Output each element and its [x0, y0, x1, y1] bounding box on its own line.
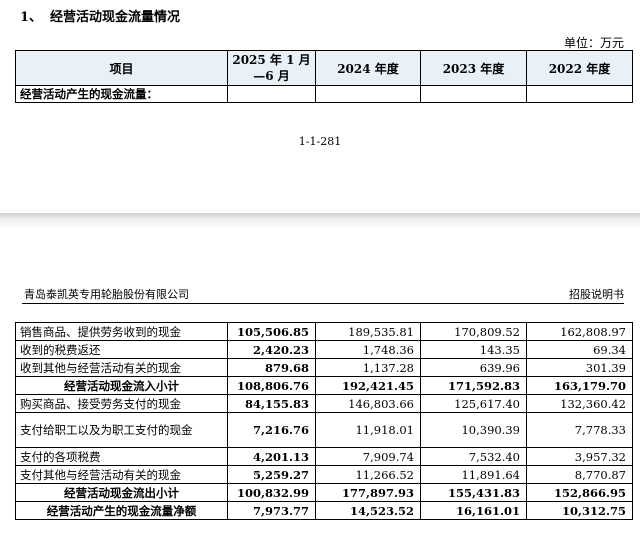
- table-header-row: 项目 2025 年 1 月—6 月 2024 年度 2023 年度 2022 年…: [15, 50, 633, 86]
- value-2024: 192,421.45: [315, 376, 421, 395]
- row-label: 经营活动现金流入小计: [15, 376, 228, 395]
- value-2024: 7,909.74: [315, 447, 421, 466]
- value-2023: 155,431.83: [420, 483, 527, 502]
- net-total-row: 经营活动产生的现金流量净额 7,973.77 14,523.52 16,161.…: [15, 501, 633, 520]
- subtotal-row: 经营活动现金流入小计 108,806.76 192,421.45 171,592…: [15, 376, 633, 395]
- value-2025h1: 108,806.76: [227, 376, 316, 395]
- subtotal-row: 经营活动现金流出小计 100,832.99 177,897.93 155,431…: [15, 483, 633, 502]
- header-item: 项目: [15, 50, 228, 86]
- row-label: 购买商品、接受劳务支付的现金: [15, 394, 228, 413]
- value-2022: 8,770.87: [526, 465, 633, 484]
- value-2025h1: 879.68: [227, 358, 316, 377]
- value-2023: 171,592.83: [420, 376, 527, 395]
- header-divider: [22, 303, 624, 304]
- section-number: 1、: [20, 10, 43, 25]
- value-2023: 639.96: [420, 358, 527, 377]
- value-2025h1: 5,259.27: [227, 465, 316, 484]
- header-2022: 2022 年度: [526, 50, 633, 86]
- row-label: 支付其他与经营活动有关的现金: [15, 465, 228, 484]
- table-row: 收到的税费返还 2,420.23 1,748.36 143.35 69.34: [15, 340, 633, 359]
- value-2023: 143.35: [420, 340, 527, 359]
- row-label: 收到其他与经营活动有关的现金: [15, 358, 228, 377]
- value-2025h1: 84,155.83: [227, 394, 316, 413]
- table-row: 支付其他与经营活动有关的现金 5,259.27 11,266.52 11,891…: [15, 465, 633, 484]
- value-2024: 189,535.81: [315, 322, 421, 341]
- value-2024: 14,523.52: [315, 501, 421, 520]
- row-label: 支付的各项税费: [15, 447, 228, 466]
- cash-flow-table: 销售商品、提供劳务收到的现金 105,506.85 189,535.81 170…: [15, 322, 633, 520]
- page-break: [0, 213, 640, 227]
- page-top: 1、 经营活动现金流量情况 单位：万元 项目 2025 年 1 月—6 月 202…: [0, 0, 640, 213]
- table-row: 经营活动产生的现金流量：: [15, 85, 633, 103]
- row-label: 经营活动产生的现金流量净额: [15, 501, 228, 520]
- value-2025h1: 2,420.23: [227, 340, 316, 359]
- value-2024: 11,918.01: [315, 412, 421, 448]
- value-2024: 146,803.66: [315, 394, 421, 413]
- value-2022: 3,957.32: [526, 447, 633, 466]
- running-header-company: 青岛泰凯英专用轮胎股份有限公司: [24, 288, 189, 301]
- value-2023: 125,617.40: [420, 394, 527, 413]
- header-2024: 2024 年度: [315, 50, 421, 86]
- table-row: 购买商品、接受劳务支付的现金 84,155.83 146,803.66 125,…: [15, 394, 633, 413]
- page-bottom: 青岛泰凯英专用轮胎股份有限公司 招股说明书 销售商品、提供劳务收到的现金 105…: [0, 227, 640, 538]
- unit-label: 单位：万元: [563, 36, 624, 50]
- value-2025h1: 105,506.85: [227, 322, 316, 341]
- value-2024: 177,897.93: [315, 483, 421, 502]
- value-2022: 162,808.97: [526, 322, 633, 341]
- value-2022: 301.39: [526, 358, 633, 377]
- running-header-doc: 招股说明书: [569, 288, 624, 301]
- value-2024: 11,266.52: [315, 465, 421, 484]
- value-2025h1: 7,973.77: [227, 501, 316, 520]
- row-label: 支付给职工以及为职工支付的现金: [15, 412, 228, 448]
- header-2023: 2023 年度: [420, 50, 527, 86]
- section-title: 经营活动现金流量情况: [50, 10, 181, 25]
- page-number: 1-1-281: [298, 135, 342, 148]
- header-2025h1: 2025 年 1 月—6 月: [227, 50, 316, 86]
- value-2025h1: 4,201.13: [227, 447, 316, 466]
- table-row: 销售商品、提供劳务收到的现金 105,506.85 189,535.81 170…: [15, 322, 633, 341]
- cash-flow-header-table: 项目 2025 年 1 月—6 月 2024 年度 2023 年度 2022 年…: [15, 50, 633, 103]
- value-2023: 7,532.40: [420, 447, 527, 466]
- value-2022: 163,179.70: [526, 376, 633, 395]
- row-label: 收到的税费返还: [15, 340, 228, 359]
- value-2025h1: 7,216.76: [227, 412, 316, 448]
- table-row: 支付的各项税费 4,201.13 7,909.74 7,532.40 3,957…: [15, 447, 633, 466]
- value-2022: 69.34: [526, 340, 633, 359]
- value-2025h1: 100,832.99: [227, 483, 316, 502]
- value-2023: 16,161.01: [420, 501, 527, 520]
- value-2022: 152,866.95: [526, 483, 633, 502]
- value-2022: 132,360.42: [526, 394, 633, 413]
- table-row: 收到其他与经营活动有关的现金 879.68 1,137.28 639.96 30…: [15, 358, 633, 377]
- value-2024: 1,748.36: [315, 340, 421, 359]
- value-2023: 170,809.52: [420, 322, 527, 341]
- value-2022: 10,312.75: [526, 501, 633, 520]
- value-2024: 1,137.28: [315, 358, 421, 377]
- row-label: 经营活动现金流出小计: [15, 483, 228, 502]
- value-2023: 11,891.64: [420, 465, 527, 484]
- row-label: 销售商品、提供劳务收到的现金: [15, 322, 228, 341]
- table-row: 支付给职工以及为职工支付的现金 7,216.76 11,918.01 10,39…: [15, 412, 633, 448]
- value-2022: 7,778.33: [526, 412, 633, 448]
- row-label: 经营活动产生的现金流量：: [15, 85, 228, 103]
- section-heading: 1、 经营活动现金流量情况: [20, 6, 180, 25]
- value-2023: 10,390.39: [420, 412, 527, 448]
